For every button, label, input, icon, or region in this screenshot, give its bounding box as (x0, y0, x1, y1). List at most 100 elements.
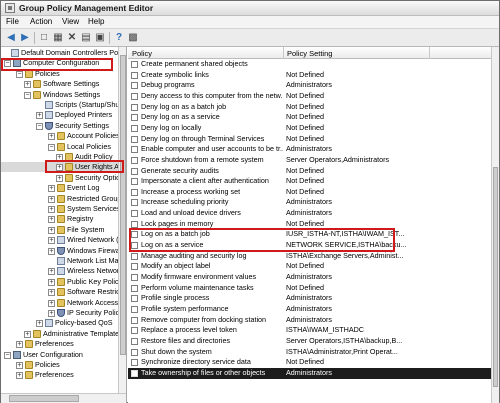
policy-row[interactable]: Manage auditing and security log ISTHA\Ex… (128, 251, 491, 262)
show-hide-tree-icon[interactable]: ▦ (52, 32, 64, 44)
tree-item[interactable]: +Wireless Network (IE (1, 266, 126, 276)
policy-row[interactable]: Log on as a batch job IUSR_ISTHA-NT,ISTHA… (128, 229, 491, 240)
tree-item[interactable]: + Policy-based QoS (1, 318, 123, 328)
expand-icon[interactable]: + (16, 341, 23, 349)
tree-item[interactable]: + Preferences (1, 339, 123, 349)
expand-icon[interactable]: + (48, 247, 55, 255)
policy-row[interactable]: Deny log on through Terminal Services Not… (128, 134, 491, 145)
delete-icon[interactable]: ✕ (66, 32, 78, 44)
policy-row[interactable]: Profile single process Administrators (128, 293, 491, 304)
tree-item[interactable]: − Local Policies (1, 142, 123, 152)
tree-item[interactable]: + Network Access Prot (1, 298, 126, 308)
up-folder-icon[interactable]: □ (38, 32, 50, 44)
policy-row[interactable]: Generate security audits Not Defined (128, 166, 491, 177)
expand-icon[interactable]: + (36, 320, 43, 328)
tree-item[interactable]: + Public Key Policies (1, 277, 126, 287)
expand-icon[interactable]: + (16, 372, 23, 380)
tree-item[interactable]: − Computer Configuration (1, 58, 123, 68)
tree-item[interactable]: Default Domain Controllers Policy [ISTHA (1, 48, 126, 58)
tree-item[interactable]: + User Rights Assi (1, 162, 126, 173)
policy-row[interactable]: Restore files and directories Server Oper… (128, 336, 491, 347)
policy-row[interactable]: Force shutdown from a remote system Serve… (128, 155, 491, 166)
tree-item[interactable]: Scripts (Startup/Shutdo (1, 100, 126, 110)
title-bar[interactable]: Group Policy Management Editor (1, 1, 499, 16)
tree-item[interactable]: − Policies (1, 69, 123, 79)
tree-vertical-scrollbar[interactable] (118, 47, 126, 393)
policy-row[interactable]: Modify firmware environment values Admini… (128, 272, 491, 283)
menu-view[interactable]: View (62, 17, 79, 26)
collapse-icon[interactable]: − (24, 91, 31, 99)
tree-item[interactable]: + File System (1, 225, 123, 235)
list-scroll-thumb[interactable] (493, 167, 498, 387)
policy-row[interactable]: Enable computer and user accounts to be … (128, 144, 491, 155)
collapse-icon[interactable]: − (36, 122, 43, 130)
tree-item[interactable]: Network List Manage (1, 256, 126, 266)
policy-row[interactable]: Lock pages in memory Not Defined (128, 219, 491, 230)
tree-item[interactable]: + Audit Policy (1, 152, 123, 162)
expand-icon[interactable]: + (56, 174, 63, 182)
expand-icon[interactable]: + (48, 133, 55, 141)
column-policy[interactable]: Policy (132, 49, 152, 58)
expand-icon[interactable]: + (48, 237, 55, 245)
collapse-icon[interactable]: − (48, 143, 55, 151)
policy-row[interactable]: Create symbolic links Not Defined (128, 70, 491, 81)
tree-item[interactable]: + Event Log (1, 183, 123, 193)
policy-row[interactable]: Deny access to this computer from the ne… (128, 91, 491, 102)
menu-action[interactable]: Action (30, 17, 52, 26)
policy-row[interactable]: Perform volume maintenance tasks Not Defi… (128, 283, 491, 294)
tree-item[interactable]: + Preferences (1, 370, 123, 380)
tree-item[interactable]: + Policies (1, 360, 123, 370)
tree-item[interactable]: + Restricted Groups (1, 194, 125, 204)
tree-item[interactable]: + Account Policies (1, 131, 123, 141)
policy-row[interactable]: Shut down the system ISTHA\Administrator,… (128, 347, 491, 358)
policy-row[interactable]: Log on as a service NETWORK SERVICE,ISTHA… (128, 240, 491, 251)
expand-icon[interactable]: + (24, 330, 31, 338)
expand-icon[interactable]: + (48, 310, 55, 317)
expand-icon[interactable]: + (48, 268, 55, 276)
expand-icon[interactable]: + (48, 289, 55, 297)
tree-hscroll-thumb[interactable] (9, 395, 79, 402)
policy-row[interactable]: Debug programs Administrators (128, 80, 491, 91)
tree-item[interactable]: + Software Restriction (1, 287, 126, 297)
tree-item[interactable]: − Windows Settings (1, 90, 123, 100)
tree-item[interactable]: + Security Options (1, 173, 126, 183)
tree-item[interactable]: + Deployed Printers (1, 110, 123, 120)
expand-icon[interactable]: + (48, 278, 55, 286)
properties-icon[interactable]: ▤ (80, 32, 92, 44)
tree-item[interactable]: +IP Security Policies o (1, 308, 126, 318)
tree-item[interactable]: − Security Settings (1, 121, 123, 131)
expand-icon[interactable]: + (24, 81, 31, 89)
expand-icon[interactable]: + (48, 206, 55, 213)
forward-icon[interactable]: ▶ (19, 32, 31, 44)
extended-view-icon[interactable]: ▩ (127, 32, 139, 44)
menu-help[interactable]: Help (88, 17, 104, 26)
expand-icon[interactable]: + (48, 226, 55, 234)
tree-item[interactable]: + Administrative Templates: Po (1, 329, 126, 339)
expand-icon[interactable]: + (16, 362, 23, 369)
policy-row[interactable]: Remove computer from docking station Admi… (128, 315, 491, 326)
tree-item[interactable]: +Windows Firewall wit (1, 246, 126, 256)
tree-item[interactable]: − User Configuration (1, 350, 123, 360)
expand-icon[interactable]: + (48, 299, 55, 307)
policy-row[interactable]: Take ownership of files or other objects… (128, 367, 491, 379)
expand-icon[interactable]: + (48, 195, 55, 203)
export-icon[interactable]: ▣ (94, 32, 106, 44)
expand-icon[interactable]: + (48, 185, 55, 193)
policy-row[interactable]: Replace a process level token ISTHA\IWAM_… (128, 325, 491, 336)
expand-icon[interactable]: + (56, 164, 63, 172)
policy-row[interactable]: Deny log on as a batch job Not Defined (128, 102, 491, 113)
collapse-icon[interactable]: − (4, 60, 11, 68)
tree-item[interactable]: + Wired Network (IEEI (1, 235, 126, 245)
policy-row[interactable]: Create permanent shared objects (128, 59, 491, 70)
help-icon[interactable]: ? (113, 32, 125, 44)
menu-file[interactable]: File (6, 17, 19, 26)
back-icon[interactable]: ◀ (5, 32, 17, 44)
tree-horizontal-scrollbar[interactable] (1, 393, 126, 403)
policy-row[interactable]: Profile system performance Administrators (128, 304, 491, 315)
policy-row[interactable]: Increase a process working set Not Define… (128, 187, 491, 198)
policy-row[interactable]: Increase scheduling priority Administrato… (128, 197, 491, 208)
collapse-icon[interactable]: − (4, 351, 11, 359)
tree-item[interactable]: + Software Settings (1, 79, 123, 89)
tree-scroll-thumb[interactable] (120, 55, 126, 355)
expand-icon[interactable]: + (36, 112, 43, 120)
